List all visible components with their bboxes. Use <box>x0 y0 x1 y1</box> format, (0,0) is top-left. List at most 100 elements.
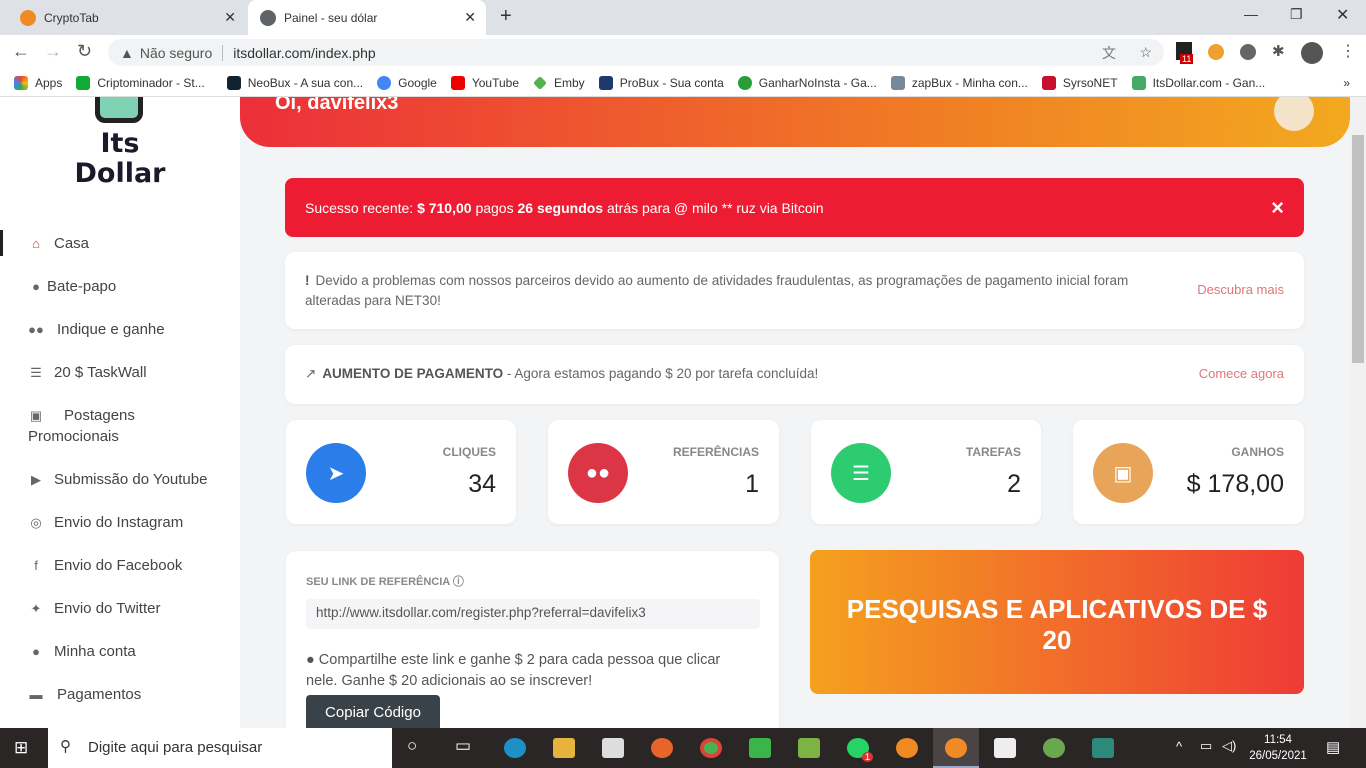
more-bookmarks-icon[interactable]: » <box>1343 76 1350 90</box>
bookmark[interactable]: NeoBux - A sua con... <box>226 76 363 90</box>
clock[interactable]: 11:54 26/05/2021 <box>1248 732 1308 764</box>
close-window-button[interactable]: ✕ <box>1336 5 1349 25</box>
url-text[interactable]: itsdollar.com/index.php <box>233 45 375 61</box>
scrollbar-thumb[interactable] <box>1352 135 1364 363</box>
address-bar[interactable]: ▲ Não seguro itsdollar.com/index.php 文 ☆ <box>108 39 1164 66</box>
bookmark[interactable]: Emby <box>533 76 585 90</box>
utorrent-icon[interactable] <box>1043 738 1065 758</box>
cryptotab-extension-icon[interactable] <box>1208 44 1224 60</box>
cryptotab-icon[interactable] <box>896 738 918 758</box>
comece-agora-link[interactable]: Comece agora <box>1199 366 1284 381</box>
tab-painel[interactable]: Painel - seu dólar ✕ <box>248 0 486 35</box>
logo-line: Its <box>100 128 140 159</box>
chevron-up-icon[interactable]: ^ <box>1176 739 1182 754</box>
bluestacks-icon[interactable] <box>798 738 820 758</box>
referral-link-field[interactable]: http://www.itsdollar.com/register.php?re… <box>306 599 760 629</box>
user-icon: ● <box>32 644 40 659</box>
puzzle-icon[interactable]: ✱ <box>1272 42 1285 60</box>
alert-amount: $ 710,00 <box>417 199 472 216</box>
surveys-banner[interactable]: PESQUISAS E APLICATIVOS DE $ 20 <box>810 550 1304 694</box>
stat-ganhos: ▣ GANHOS $ 178,00 <box>1073 420 1304 524</box>
firefox-icon[interactable] <box>651 738 673 758</box>
bookmark-apps[interactable]: Apps <box>14 76 62 90</box>
reload-button[interactable]: ↻ <box>77 41 92 62</box>
windows-start-icon[interactable]: ⊞ <box>14 738 28 758</box>
meet-icon[interactable]: ▭ <box>1200 738 1212 754</box>
sidebar-item-facebook[interactable]: f Envio do Facebook <box>28 555 228 576</box>
alert-text: pagos <box>471 199 518 216</box>
task-view-icon[interactable]: ▭ <box>455 736 471 756</box>
forward-button[interactable]: → <box>44 41 62 62</box>
close-tab-icon[interactable]: ✕ <box>464 9 476 26</box>
sidebar-item-twitter[interactable]: ✦ Envio do Twitter <box>28 598 228 619</box>
restore-button[interactable]: ❐ <box>1290 6 1303 23</box>
youtube-icon: ▶ <box>31 472 41 487</box>
recent-payment-alert: Sucesso recente: $ 710,00 pagos 26 segun… <box>285 178 1304 237</box>
scrollbar[interactable] <box>1350 97 1366 728</box>
app-icon[interactable] <box>994 738 1016 758</box>
bookmarks-bar: Apps Criptominador - St... NeoBux - A su… <box>0 70 1366 97</box>
sidebar-item-label: Pagamentos <box>57 686 142 703</box>
whatsapp-icon[interactable]: 1 <box>847 738 873 762</box>
sidebar-item-youtube[interactable]: ▶ Submissão do Youtube <box>28 469 228 490</box>
sidebar-item-postagens[interactable]: ▣ Postagens Promocionais <box>28 405 228 447</box>
app-icon[interactable] <box>1092 738 1114 758</box>
referral-title-text: SEU LINK DE REFERÊNCIA <box>306 576 450 588</box>
action-center-icon[interactable]: ▤ <box>1326 738 1340 756</box>
active-indicator <box>0 230 3 256</box>
close-tab-icon[interactable]: ✕ <box>224 9 236 26</box>
bookmark-favicon <box>1041 76 1056 90</box>
translate-icon[interactable]: 文 <box>1102 43 1116 63</box>
bookmark[interactable]: ProBux - Sua conta <box>598 76 724 90</box>
bookmark[interactable]: Google <box>377 76 437 90</box>
volume-icon[interactable]: ◁) <box>1222 738 1236 754</box>
store-icon[interactable] <box>602 738 624 758</box>
new-tab-button[interactable]: + <box>500 5 512 28</box>
minimize-button[interactable]: — <box>1244 6 1258 22</box>
chart-line-icon: ↗ <box>305 366 317 381</box>
taskbar: ⊞ ⚲ Digite aqui para pesquisar ○ ▭ 1 ^ ▭ … <box>0 728 1366 768</box>
sidebar-item-taskwall[interactable]: ☰ 20 $ TaskWall <box>28 362 228 383</box>
emby-icon <box>533 76 547 90</box>
sidebar-item-pagamentos[interactable]: ▬ Pagamentos <box>28 684 228 705</box>
bookmark[interactable]: ItsDollar.com - Gan... <box>1131 76 1265 90</box>
bookmark[interactable]: YouTube <box>450 76 519 90</box>
sidebar-item-casa[interactable]: ⌂ Casa <box>28 233 228 254</box>
stat-label: GANHOS <box>1231 445 1284 459</box>
sidebar-item-label: Envio do Twitter <box>54 600 161 617</box>
copy-code-button[interactable]: Copiar Código <box>306 695 440 728</box>
bookmark[interactable]: Criptominador - St... <box>76 76 205 90</box>
sidebar-item-bate-papo[interactable]: ● Bate-papo <box>28 276 228 297</box>
cortana-icon[interactable]: ○ <box>407 736 417 756</box>
descubra-mais-link[interactable]: Descubra mais <box>1197 282 1284 297</box>
info-icon: ⓘ <box>452 576 464 588</box>
sidebar-item-indique[interactable]: ●● Indique e ganhe <box>28 319 228 340</box>
avatar[interactable] <box>1274 97 1314 131</box>
bolt-extension-icon[interactable] <box>1240 44 1256 60</box>
active-app-slot[interactable] <box>933 728 979 768</box>
bookmark-favicon <box>226 76 241 90</box>
stat-value: 34 <box>468 470 496 498</box>
sidebar-item-label: Minha conta <box>54 643 136 660</box>
promo-title: AUMENTO DE PAGAMENTO <box>322 366 504 381</box>
star-icon[interactable]: ☆ <box>1139 44 1152 61</box>
bookmark-label: Emby <box>554 76 585 90</box>
profile-icon[interactable] <box>1301 42 1323 64</box>
bookmark[interactable]: zapBux - Minha con... <box>890 76 1028 90</box>
bookmark[interactable]: GanharNoInsta - Ga... <box>737 76 877 90</box>
sidebar-item-instagram[interactable]: ◎ Envio do Instagram <box>28 512 228 533</box>
file-explorer-icon[interactable] <box>553 738 575 758</box>
taskbar-search[interactable]: ⚲ Digite aqui para pesquisar <box>48 728 392 768</box>
users-icon: ●● <box>28 322 44 337</box>
security-label[interactable]: Não seguro <box>140 44 224 61</box>
menu-icon[interactable]: ⋮ <box>1340 41 1356 61</box>
back-button[interactable]: ← <box>12 41 30 62</box>
edge-icon[interactable] <box>504 738 526 758</box>
sidebar-item-minha-conta[interactable]: ● Minha conta <box>28 641 228 662</box>
chrome-icon[interactable] <box>700 738 722 758</box>
bookmark[interactable]: SyrsoNET <box>1041 76 1118 90</box>
extension-icon[interactable]: 11 <box>1176 42 1194 64</box>
tab-cryptotab[interactable]: CryptoTab ✕ <box>8 0 246 35</box>
close-alert-button[interactable]: × <box>1271 195 1284 221</box>
app-icon[interactable] <box>749 738 771 758</box>
